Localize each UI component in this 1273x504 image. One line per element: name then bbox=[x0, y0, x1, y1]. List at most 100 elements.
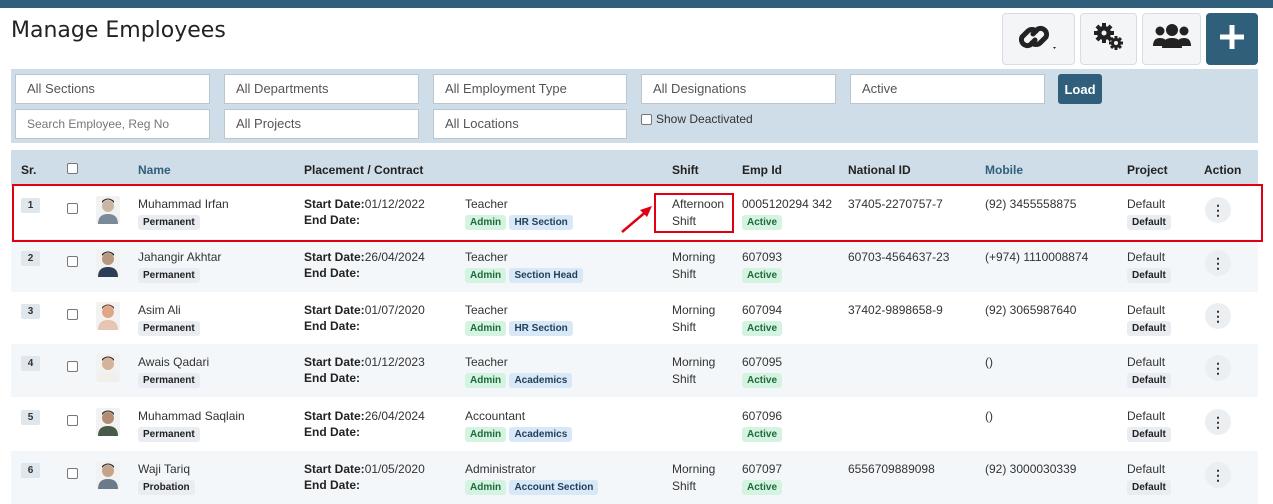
employee-id: 607093 bbox=[742, 250, 783, 264]
designation: Teacher bbox=[465, 303, 508, 317]
table-row[interactable]: 5 Muhammad Saqlain Permanent Start Date:… bbox=[11, 398, 1258, 451]
designation: Teacher bbox=[465, 250, 508, 264]
row-actions-menu-button[interactable]: ⋮ bbox=[1205, 303, 1231, 329]
row-actions-menu-button[interactable]: ⋮ bbox=[1205, 355, 1231, 381]
mobile-number: (92) 3065987640 bbox=[985, 303, 1077, 317]
project-name: Default bbox=[1127, 409, 1166, 423]
project-badge: Default bbox=[1127, 480, 1171, 495]
mobile-number: () bbox=[985, 355, 993, 369]
employee-name[interactable]: Waji Tariq bbox=[138, 462, 190, 476]
show-deactivated-label: Show Deactivated bbox=[656, 112, 753, 126]
start-date: 01/05/2020 bbox=[364, 462, 425, 476]
settings-button[interactable] bbox=[1080, 13, 1137, 65]
link-icon bbox=[1017, 20, 1061, 59]
row-checkbox[interactable] bbox=[67, 309, 78, 320]
shift-line-2: Shift bbox=[672, 320, 697, 334]
employment-type-badge: Permanent bbox=[138, 427, 200, 442]
designation: Administrator bbox=[465, 462, 536, 476]
project-badge: Default bbox=[1127, 321, 1171, 336]
project-badge: Default bbox=[1127, 268, 1171, 283]
employment-type-select[interactable]: All Employment Type bbox=[433, 74, 627, 104]
shift-line-2: Shift bbox=[672, 372, 697, 386]
start-date: 26/04/2024 bbox=[364, 409, 425, 423]
department-badge: Admin bbox=[465, 480, 507, 495]
section-badge: Account Section bbox=[509, 480, 599, 495]
project-name: Default bbox=[1127, 355, 1166, 369]
project-name: Default bbox=[1127, 250, 1166, 264]
avatar[interactable] bbox=[96, 302, 120, 330]
row-actions-menu-button[interactable]: ⋮ bbox=[1205, 250, 1231, 276]
employee-name[interactable]: Jahangir Akhtar bbox=[138, 250, 221, 264]
row-number: 3 bbox=[21, 304, 40, 319]
status-badge: Active bbox=[742, 480, 783, 495]
header-name[interactable]: Name bbox=[138, 163, 171, 177]
row-number: 6 bbox=[21, 463, 40, 478]
employment-type-badge: Permanent bbox=[138, 321, 200, 336]
row-checkbox[interactable] bbox=[67, 361, 78, 372]
designations-select[interactable]: All Designations bbox=[641, 74, 836, 104]
select-all-checkbox[interactable] bbox=[67, 163, 78, 174]
avatar[interactable] bbox=[96, 354, 120, 382]
employee-name[interactable]: Asim Ali bbox=[138, 303, 181, 317]
projects-select[interactable]: All Projects bbox=[224, 109, 419, 139]
avatar[interactable] bbox=[96, 408, 120, 436]
national-id: 37402-9898658-9 bbox=[848, 303, 943, 317]
departments-select[interactable]: All Departments bbox=[224, 74, 419, 104]
project-name: Default bbox=[1127, 462, 1166, 476]
add-employee-button[interactable] bbox=[1206, 13, 1258, 65]
status-badge: Active bbox=[742, 427, 783, 442]
employee-id: 607094 bbox=[742, 303, 783, 317]
national-id: 6556709889098 bbox=[848, 462, 935, 476]
table-row[interactable]: 6 Waji Tariq Probation Start Date:01/05/… bbox=[11, 451, 1258, 504]
show-deactivated-toggle[interactable]: Show Deactivated bbox=[641, 112, 753, 126]
more-vertical-icon: ⋮ bbox=[1211, 307, 1225, 324]
row-checkbox[interactable] bbox=[67, 468, 78, 479]
end-date-label: End Date: bbox=[304, 371, 361, 385]
start-date: 01/07/2020 bbox=[364, 303, 425, 317]
show-deactivated-checkbox[interactable] bbox=[641, 113, 652, 125]
plus-icon bbox=[1218, 23, 1246, 56]
shift-line-1: Morning bbox=[672, 355, 716, 369]
project-badge: Default bbox=[1127, 373, 1171, 388]
end-date-label: End Date: bbox=[304, 319, 361, 333]
row-actions-menu-button[interactable]: ⋮ bbox=[1205, 409, 1231, 435]
start-date-label: Start Date: bbox=[304, 355, 365, 369]
row-checkbox[interactable] bbox=[67, 256, 78, 267]
national-id: 60703-4564637-23 bbox=[848, 250, 950, 264]
row-actions-menu-button[interactable]: ⋮ bbox=[1205, 462, 1231, 488]
status-select[interactable]: Active bbox=[850, 74, 1045, 104]
users-button[interactable] bbox=[1142, 13, 1201, 65]
search-input[interactable]: Search Employee, Reg No bbox=[15, 109, 210, 139]
table-row[interactable]: 2 Jahangir Akhtar Permanent Start Date:2… bbox=[11, 239, 1258, 292]
start-date-label: Start Date: bbox=[304, 409, 365, 423]
section-badge: HR Section bbox=[509, 321, 573, 336]
mobile-number: (+974) 1110008874 bbox=[985, 250, 1089, 264]
page-title: Manage Employees bbox=[11, 18, 226, 43]
row-checkbox[interactable] bbox=[67, 415, 78, 426]
employee-name[interactable]: Awais Qadari bbox=[138, 355, 209, 369]
load-button[interactable]: Load bbox=[1058, 74, 1102, 104]
project-badge: Default bbox=[1127, 427, 1171, 442]
header-mobile[interactable]: Mobile bbox=[985, 163, 1023, 177]
more-vertical-icon: ⋮ bbox=[1211, 254, 1225, 271]
table-row[interactable]: 4 Awais Qadari Permanent Start Date:01/1… bbox=[11, 344, 1258, 397]
more-vertical-icon: ⋮ bbox=[1211, 413, 1225, 430]
employment-type-badge: Probation bbox=[138, 480, 195, 495]
employee-name[interactable]: Muhammad Saqlain bbox=[138, 409, 245, 423]
start-date-label: Start Date: bbox=[304, 303, 365, 317]
department-badge: Admin bbox=[465, 373, 507, 388]
start-date-label: Start Date: bbox=[304, 462, 365, 476]
link-button[interactable] bbox=[1002, 13, 1075, 65]
row-number: 2 bbox=[21, 251, 40, 266]
sections-select[interactable]: All Sections bbox=[15, 74, 210, 104]
end-date-label: End Date: bbox=[304, 478, 361, 492]
employment-type-badge: Permanent bbox=[138, 373, 200, 388]
locations-select[interactable]: All Locations bbox=[433, 109, 627, 139]
department-badge: Admin bbox=[465, 321, 507, 336]
header-national-id: National ID bbox=[848, 163, 911, 177]
shift-line-2: Shift bbox=[672, 267, 697, 281]
avatar[interactable] bbox=[96, 249, 120, 277]
status-badge: Active bbox=[742, 373, 783, 388]
table-row[interactable]: 3 Asim Ali Permanent Start Date:01/07/20… bbox=[11, 292, 1258, 345]
avatar[interactable] bbox=[96, 461, 120, 489]
